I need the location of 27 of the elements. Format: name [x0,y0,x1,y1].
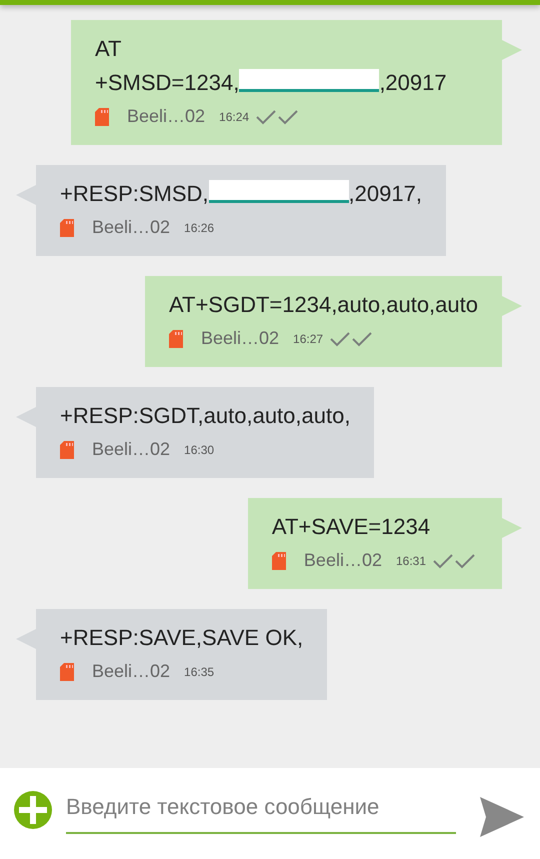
message-time: 16:24 [219,110,250,124]
message-text: +RESP:SAVE,SAVE OK, [60,624,304,652]
sim-card-icon [168,330,183,348]
message-time: 16:26 [184,220,214,234]
message-time: 16:30 [184,442,214,456]
message-time: 16:31 [396,554,426,568]
message-text: AT+SGDT=1234,auto,auto,auto [168,291,478,319]
sender-name: Beeli…02 [200,328,280,349]
message-time: 16:35 [184,664,214,678]
sender-name: Beeli…02 [92,661,170,682]
message-text: +RESP:SMSD, ,20917, [60,179,422,208]
sim-card-icon [95,108,109,126]
sender-name: Beeli…02 [92,439,170,460]
sender-name: Beeli…02 [92,217,170,238]
sender-name: Beeli…02 [127,106,206,127]
send-icon[interactable] [480,794,524,838]
sim-card-icon [272,552,286,570]
add-icon[interactable] [13,790,53,830]
message-text: AT+SAVE=1234 [272,513,432,541]
sim-card-icon [60,218,74,236]
message-time: 16:27 [293,332,324,346]
sim-card-icon [60,440,74,458]
sim-card-icon [60,662,74,680]
message-text: +RESP:SGDT,auto,auto,auto, [60,402,350,430]
message-text: AT +SMSD=1234, ,20917 [95,35,448,97]
sender-name: Beeli…02 [304,550,382,571]
message-input-field[interactable]: Введите текстовое сообщение [66,786,456,834]
